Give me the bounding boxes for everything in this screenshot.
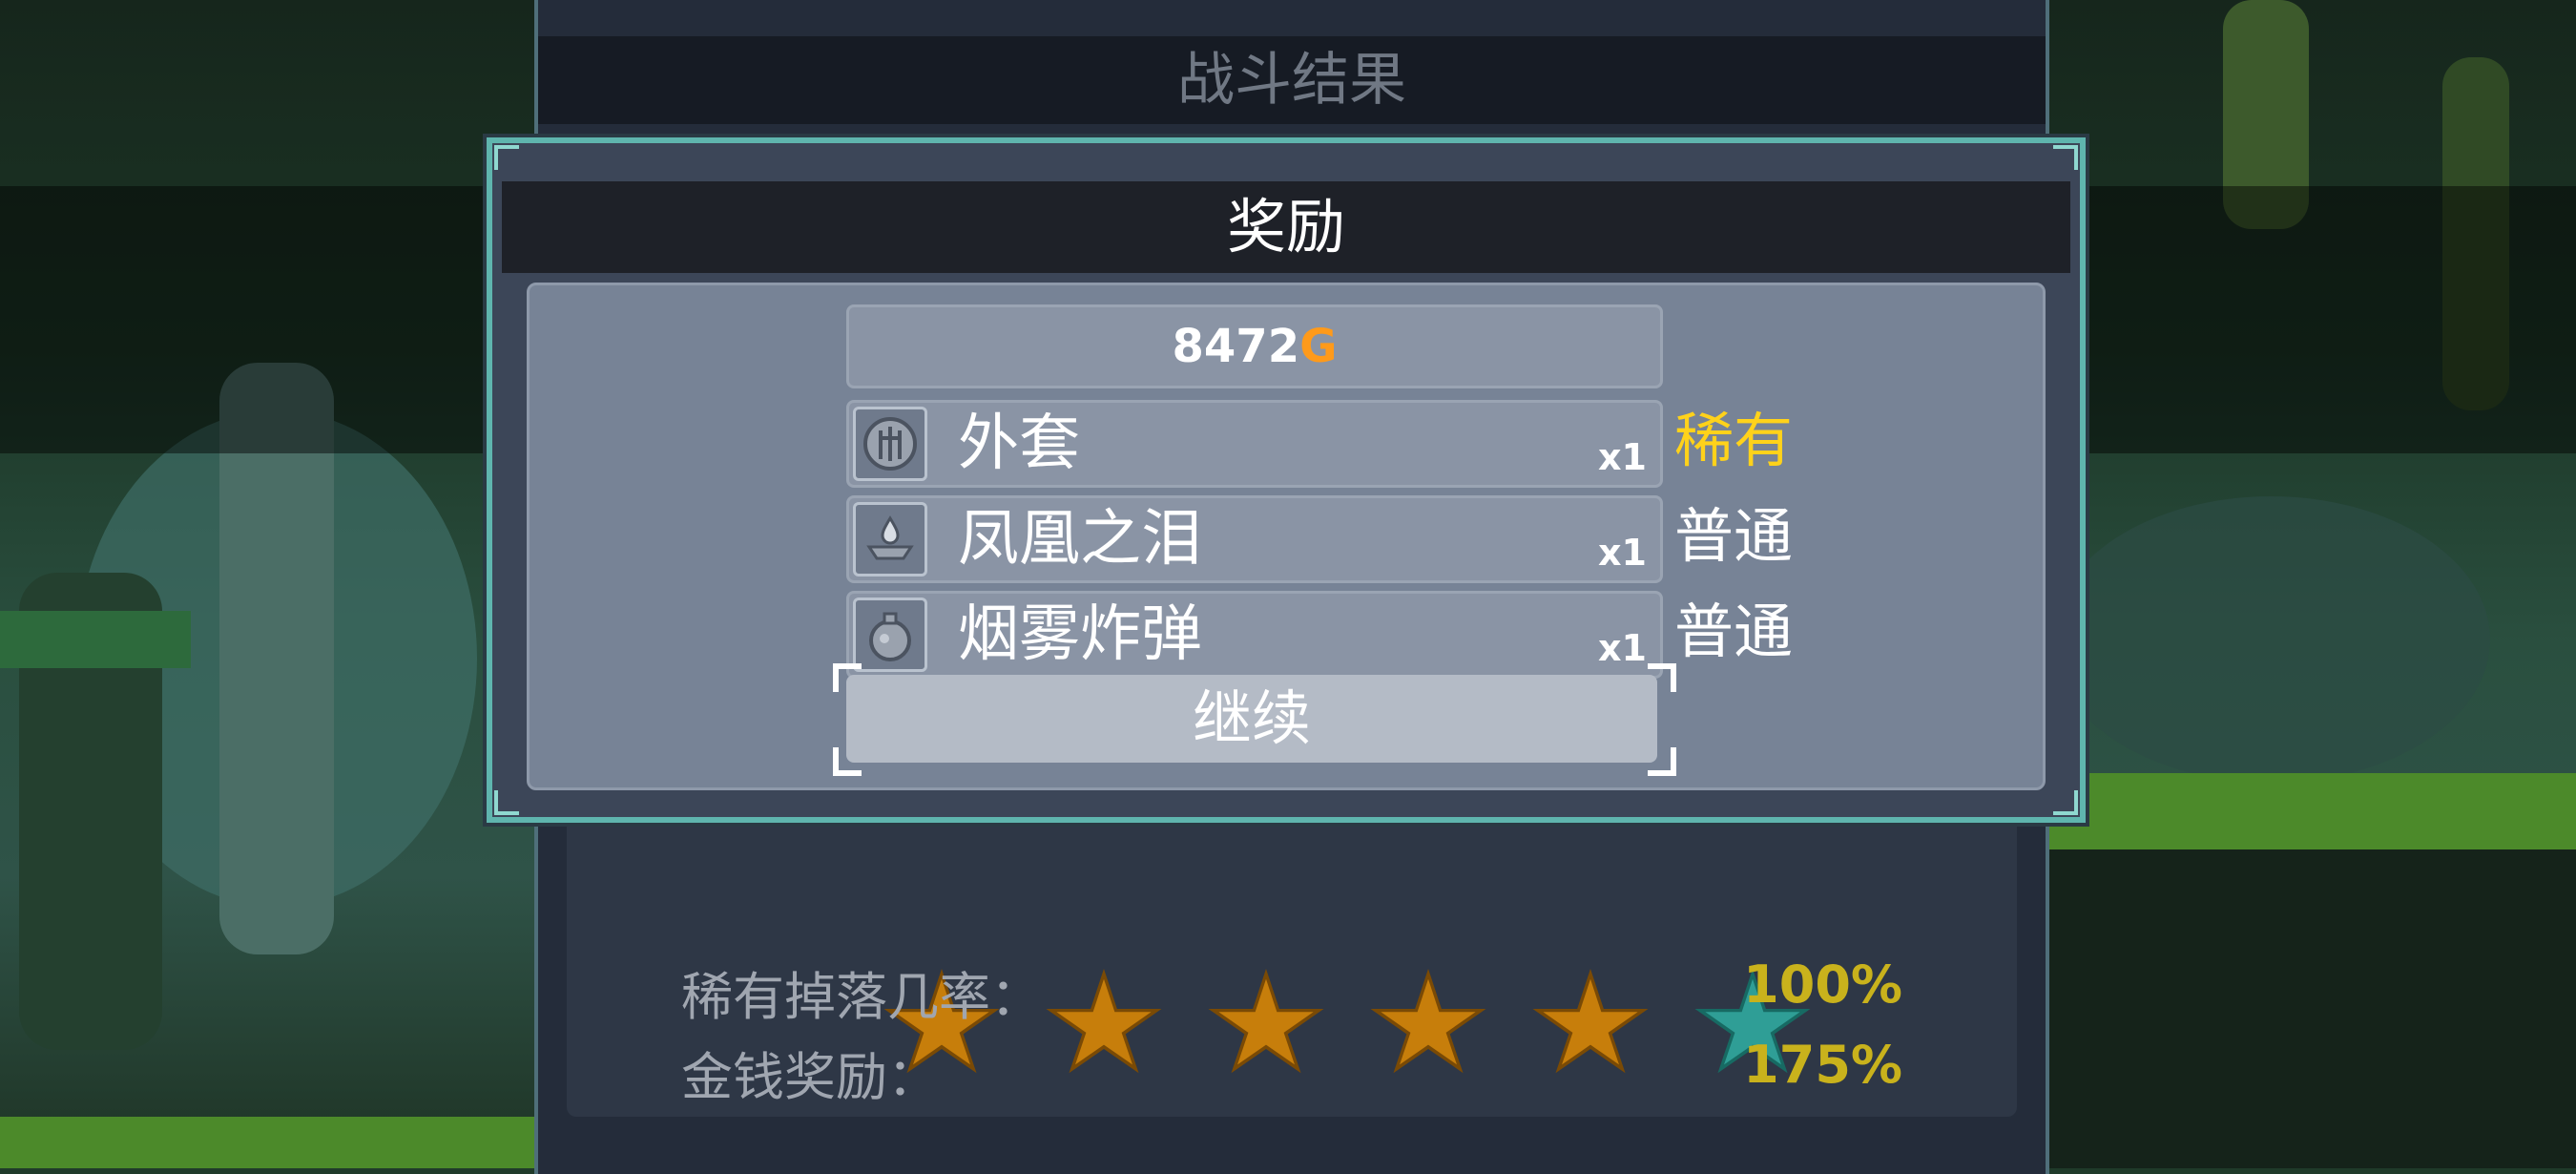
continue-button[interactable]: 继续 bbox=[846, 675, 1657, 763]
forest-mist bbox=[2051, 496, 2490, 783]
gold-amount: 8472 bbox=[1172, 320, 1300, 373]
reward-list: 8472G 外套 x1 稀有 凤凰之泪 x1 普通 烟雾炸弹 x1 普通 继续 bbox=[527, 283, 2046, 790]
item-quantity: x1 bbox=[1598, 436, 1647, 478]
stat-label: 稀有掉落几率： bbox=[681, 967, 1042, 1027]
rarity-label: 普通 bbox=[1674, 597, 1794, 666]
stat-value: 175% bbox=[1743, 1035, 1902, 1095]
gold-reward: 8472G bbox=[846, 304, 1663, 388]
reward-item-row: 烟雾炸弹 x1 bbox=[846, 591, 1663, 679]
item-name: 凤凰之泪 bbox=[958, 504, 1202, 575]
item-name: 烟雾炸弹 bbox=[958, 599, 1202, 670]
gold-unit: G bbox=[1299, 320, 1338, 373]
phoenix-tear-icon bbox=[853, 502, 927, 577]
reward-item-row: 外套 x1 bbox=[846, 400, 1663, 488]
rare-drop-rate-row: 稀有掉落几率： 100% bbox=[681, 954, 1902, 1030]
reward-item-row: 凤凰之泪 x1 bbox=[846, 495, 1663, 583]
reward-dialog: 奖励 8472G 外套 x1 稀有 凤凰之泪 x1 普通 烟雾炸弹 x1 普通 … bbox=[487, 137, 2086, 823]
grass-ledge bbox=[2042, 773, 2576, 849]
item-name: 外套 bbox=[958, 409, 1080, 479]
item-quantity: x1 bbox=[1598, 532, 1647, 574]
dialog-title: 奖励 bbox=[502, 181, 2070, 273]
coat-icon bbox=[853, 407, 927, 481]
stat-value: 100% bbox=[1743, 954, 1902, 1015]
smoke-bomb-icon bbox=[853, 597, 927, 672]
grass-ground bbox=[0, 1117, 534, 1168]
dialog-corner bbox=[494, 790, 519, 815]
rarity-label: 普通 bbox=[1674, 501, 1794, 571]
stat-label: 金钱奖励： bbox=[681, 1047, 939, 1107]
dialog-corner bbox=[2053, 790, 2078, 815]
dialog-corner bbox=[2053, 145, 2078, 170]
results-title: 战斗结果 bbox=[538, 36, 2046, 124]
gold-bonus-row: 金钱奖励： 175% bbox=[681, 1035, 1902, 1110]
ground-soil bbox=[2042, 849, 2576, 1168]
dialog-corner bbox=[494, 145, 519, 170]
rarity-label: 稀有 bbox=[1674, 406, 1794, 475]
mossy-ledge bbox=[0, 611, 191, 668]
